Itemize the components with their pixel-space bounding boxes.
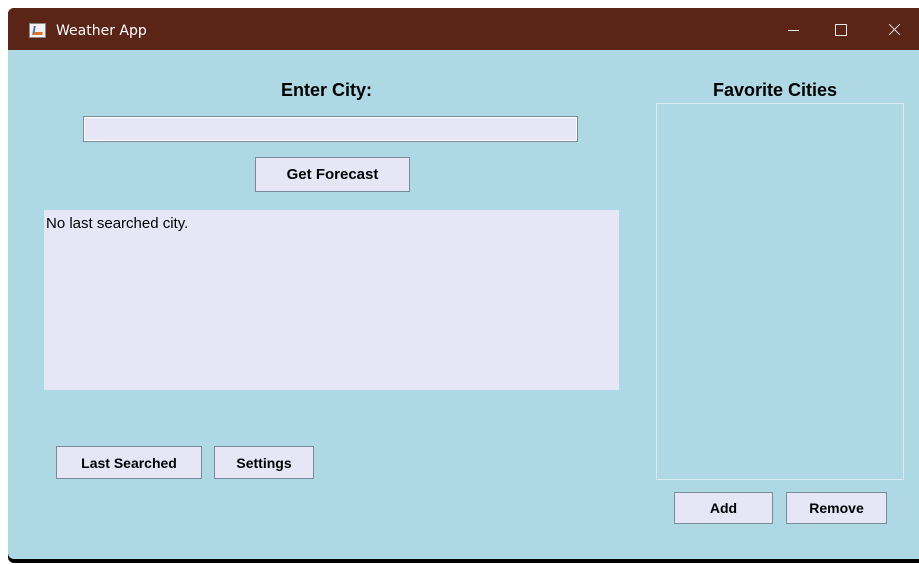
result-text: No last searched city. — [46, 215, 189, 232]
app-window: Weather App Enter City: Get Forecast No … — [8, 8, 919, 563]
last-searched-button[interactable]: Last Searched — [56, 446, 202, 479]
java-app-icon[interactable] — [29, 23, 46, 38]
settings-button[interactable]: Settings — [214, 446, 314, 479]
remove-favorite-button[interactable]: Remove — [786, 492, 887, 524]
main-panel: Enter City: Get Forecast No last searche… — [8, 50, 919, 559]
minimize-icon[interactable] — [778, 18, 808, 42]
favorite-cities-list[interactable] — [656, 103, 904, 480]
title-bar[interactable]: Weather App — [8, 8, 919, 50]
favorite-cities-label: Favorite Cities — [713, 80, 838, 100]
get-forecast-button[interactable]: Get Forecast — [255, 157, 410, 192]
add-favorite-button[interactable]: Add — [674, 492, 773, 524]
enter-city-label: Enter City: — [281, 80, 373, 100]
city-input[interactable] — [83, 116, 578, 142]
window-title: Weather App — [56, 23, 147, 39]
close-icon[interactable] — [878, 18, 908, 42]
forecast-result-area[interactable]: No last searched city. — [44, 210, 619, 390]
maximize-icon[interactable] — [826, 18, 856, 42]
